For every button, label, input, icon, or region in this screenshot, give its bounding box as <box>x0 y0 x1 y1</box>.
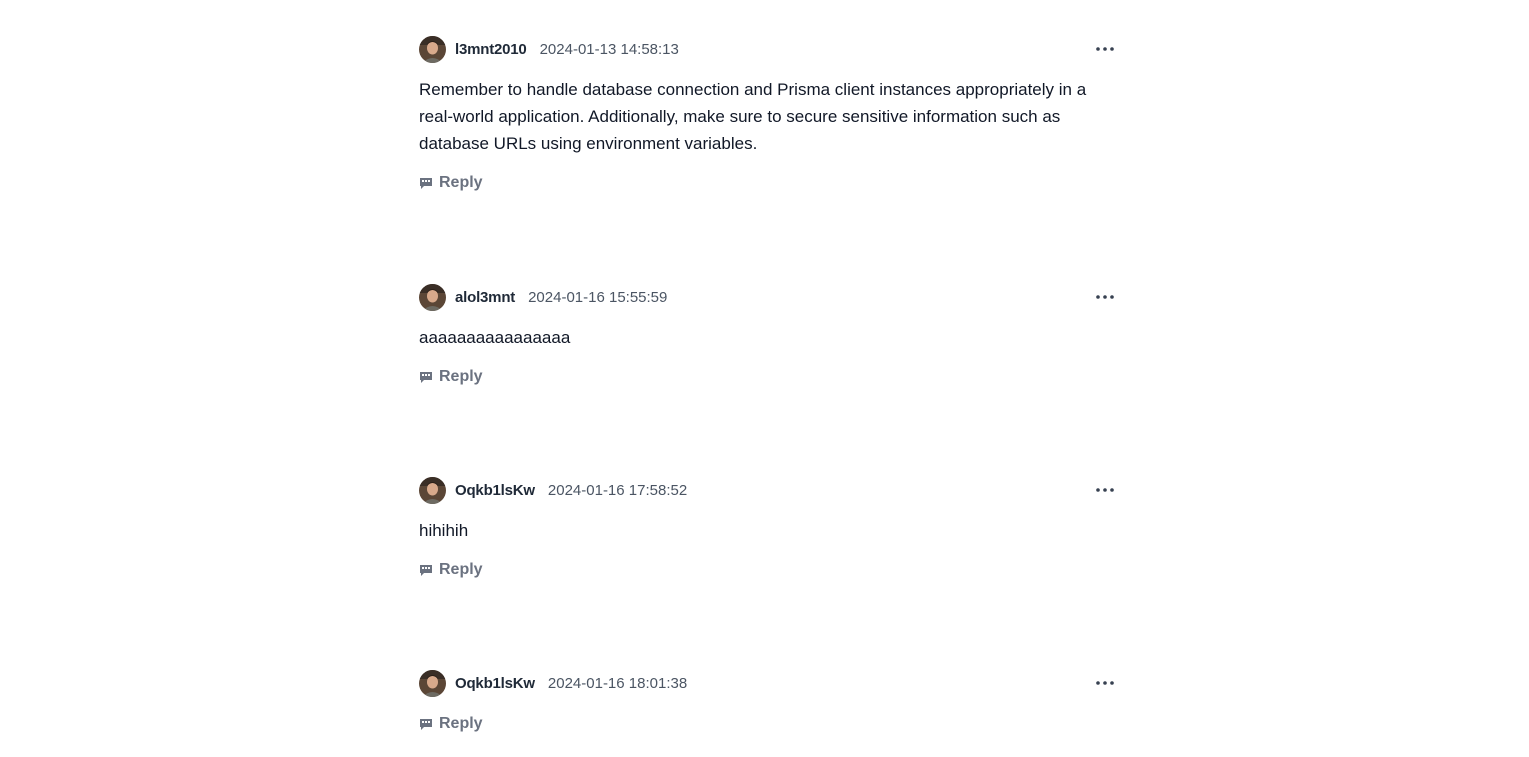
reply-label: Reply <box>439 368 483 385</box>
comment-header: Oqkb1lsKw 2024-01-16 18:01:38 <box>419 669 1115 697</box>
comment: Oqkb1lsKw 2024-01-16 17:58:52 hihihih Re… <box>419 476 1115 581</box>
more-horizontal-icon <box>1096 47 1114 51</box>
reply-label: Reply <box>439 715 483 732</box>
reply-label: Reply <box>439 561 483 578</box>
comment-timestamp: 2024-01-16 18:01:38 <box>547 674 688 692</box>
comment-text: hihihih <box>419 521 469 540</box>
comment: l3mnt2010 2024-01-13 14:58:13 Remember t… <box>419 35 1115 194</box>
more-options-button[interactable] <box>1095 480 1115 500</box>
comment-header: alol3mnt 2024-01-16 15:55:59 <box>419 283 1115 311</box>
comment-text: aaaaaaaaaaaaaaaa <box>419 328 571 347</box>
avatar[interactable] <box>419 669 446 697</box>
comment-username[interactable]: Oqkb1lsKw <box>455 482 535 499</box>
chat-bubble-icon <box>420 178 432 189</box>
comment-username[interactable]: alol3mnt <box>455 289 515 306</box>
more-horizontal-icon <box>1096 681 1114 685</box>
comment-username[interactable]: Oqkb1lsKw <box>455 675 535 692</box>
chat-bubble-icon <box>420 372 432 383</box>
comment-timestamp: 2024-01-13 14:58:13 <box>539 40 679 58</box>
more-horizontal-icon <box>1096 295 1114 299</box>
avatar[interactable] <box>419 35 446 63</box>
reply-button[interactable]: Reply <box>419 366 489 388</box>
more-options-button[interactable] <box>1095 287 1115 307</box>
comment: alol3mnt 2024-01-16 15:55:59 aaaaaaaaaaa… <box>419 283 1115 388</box>
more-horizontal-icon <box>1096 488 1114 492</box>
comment-username[interactable]: l3mnt2010 <box>455 41 527 58</box>
avatar[interactable] <box>419 476 446 504</box>
chat-bubble-icon <box>420 719 432 730</box>
chat-bubble-icon <box>420 565 432 576</box>
comment-timestamp: 2024-01-16 17:58:52 <box>547 481 688 499</box>
comment: Oqkb1lsKw 2024-01-16 18:01:38 Reply <box>419 669 1115 735</box>
avatar[interactable] <box>419 283 446 311</box>
reply-label: Reply <box>439 174 483 191</box>
more-options-button[interactable] <box>1095 673 1115 693</box>
comment-header: l3mnt2010 2024-01-13 14:58:13 <box>419 35 1115 63</box>
reply-button[interactable]: Reply <box>419 559 489 581</box>
comment-header: Oqkb1lsKw 2024-01-16 17:58:52 <box>419 476 1115 504</box>
comment-text: Remember to handle database connection a… <box>419 80 1087 153</box>
reply-button[interactable]: Reply <box>419 172 489 194</box>
reply-button[interactable]: Reply <box>419 713 489 735</box>
more-options-button[interactable] <box>1095 39 1115 59</box>
comment-timestamp: 2024-01-16 15:55:59 <box>528 288 668 306</box>
